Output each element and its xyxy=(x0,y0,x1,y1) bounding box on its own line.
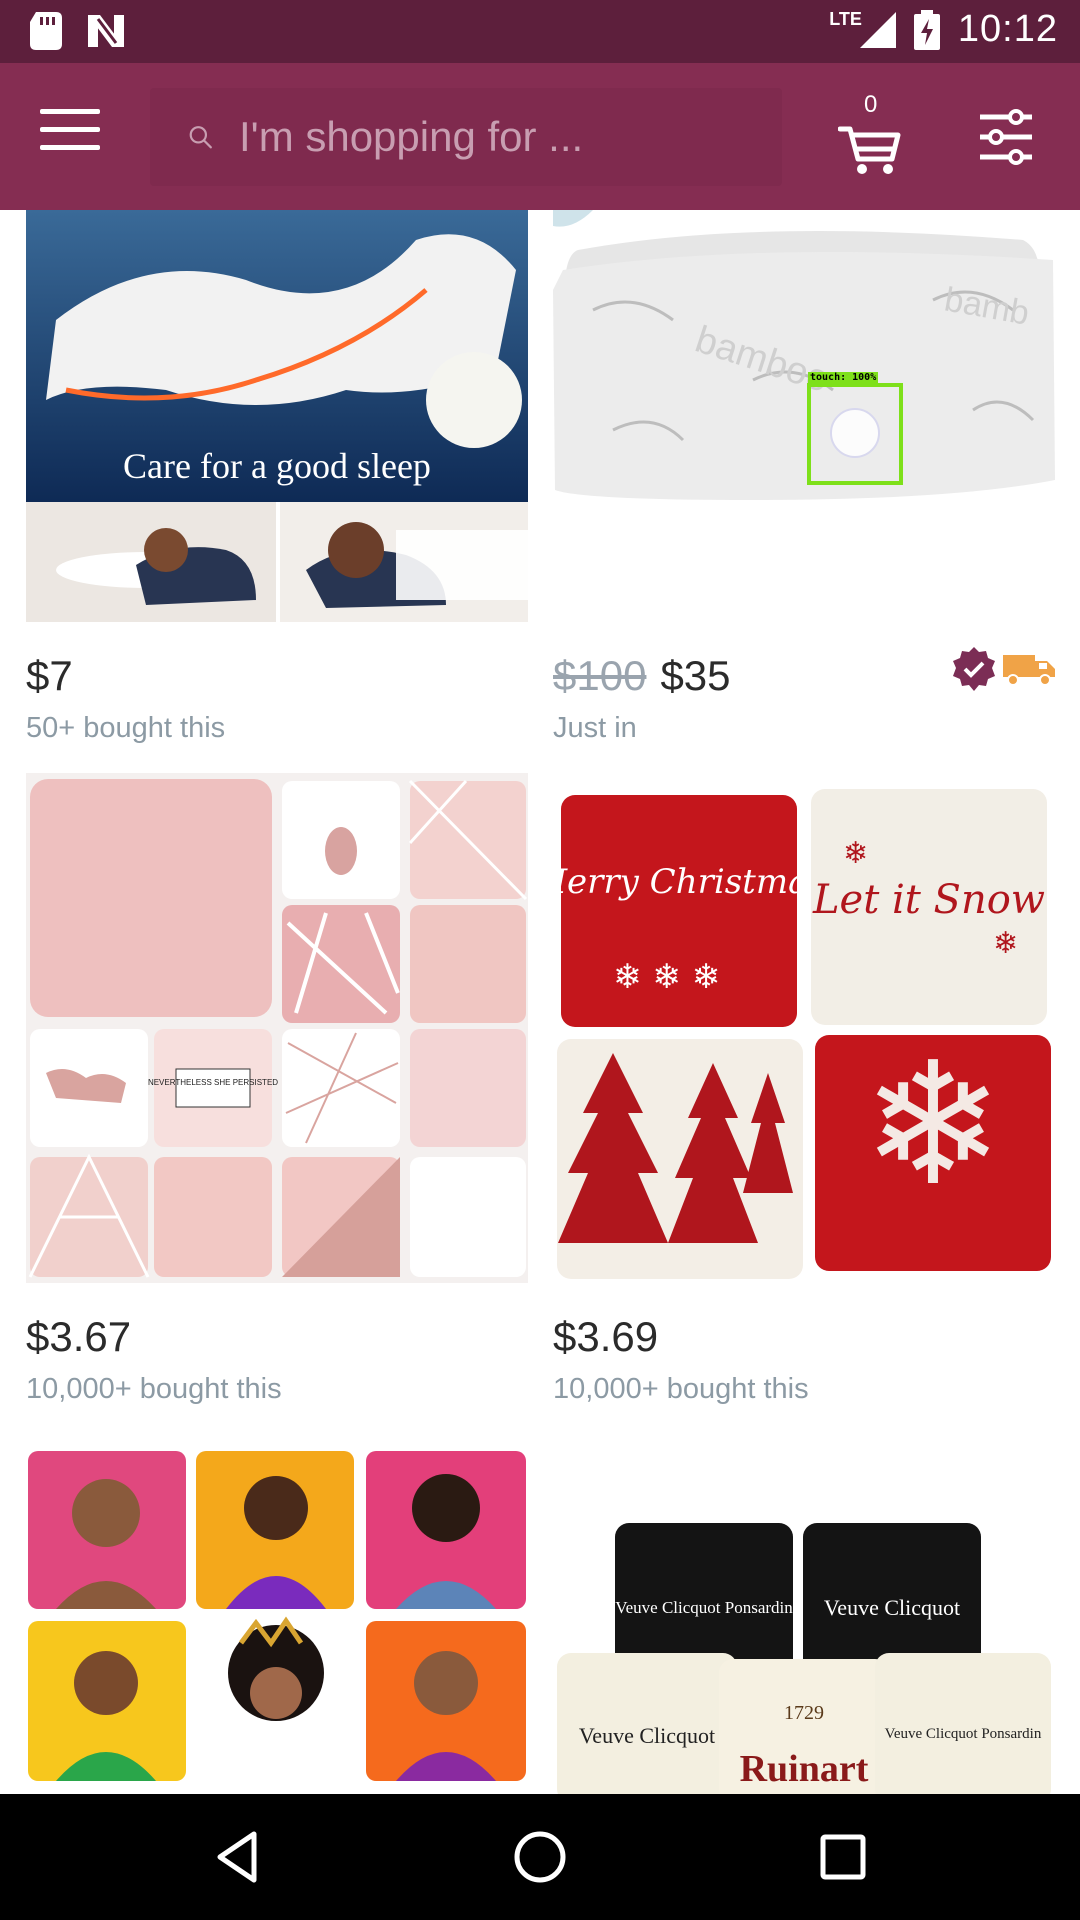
product-card[interactable]: bamboo bamb $100 $35 Just in xyxy=(553,210,1055,745)
product-image[interactable]: Veuve Clicquot Ponsardin Veuve Clicquot … xyxy=(553,1443,1055,1794)
verified-check-icon xyxy=(953,647,995,691)
purchase-count: 10,000+ bought this xyxy=(553,1373,809,1405)
pillow-text: Veuve Clicquot Ponsardin xyxy=(615,1598,793,1617)
filter-sliders-icon xyxy=(980,109,1032,165)
product-image[interactable]: Care for a good sleep xyxy=(26,210,528,622)
product-card[interactable]: NEVERTHELESS SHE PERSISTED $3.67 10,000+… xyxy=(26,773,528,1406)
clock: 10:12 xyxy=(957,8,1058,50)
product-image[interactable]: Merry Christmas ❄ ❄ ❄ Let it Snow ❄ ❄ ❄ xyxy=(553,773,1055,1283)
svg-text:❄: ❄ xyxy=(862,1026,1004,1224)
original-price: $100 xyxy=(553,652,647,699)
delivery-truck-icon xyxy=(1003,655,1055,686)
hamburger-menu-icon[interactable] xyxy=(40,109,100,163)
price: $3.67 xyxy=(26,1313,132,1360)
svg-text:❄: ❄ xyxy=(843,836,868,871)
purchase-count: 10,000+ bought this xyxy=(26,1373,282,1405)
notification-n-icon xyxy=(88,15,124,47)
search-icon xyxy=(189,126,212,149)
search-bar[interactable] xyxy=(150,88,782,186)
search-input[interactable] xyxy=(237,96,782,178)
product-card[interactable]: Merry Christmas ❄ ❄ ❄ Let it Snow ❄ ❄ ❄ … xyxy=(553,773,1055,1406)
pillow-text: NEVERTHELESS SHE PERSISTED xyxy=(148,1078,278,1087)
status-bar: LTE 10:12 xyxy=(0,0,1080,63)
product-image[interactable]: NEVERTHELESS SHE PERSISTED xyxy=(26,773,528,1283)
app-bar: 0 xyxy=(0,63,1080,210)
product-card[interactable]: Veuve Clicquot Ponsardin Veuve Clicquot … xyxy=(553,1443,1055,1794)
pillow-text: Ruinart xyxy=(740,1748,869,1790)
product-card[interactable]: Care for a good sleep $7 50+ bought this xyxy=(26,210,528,745)
price: $35 xyxy=(660,652,731,699)
product-grid: Care for a good sleep $7 50+ bought this xyxy=(0,210,1080,1794)
network-type: LTE xyxy=(829,9,862,29)
signal-icon xyxy=(859,11,896,48)
cart-button[interactable]: 0 xyxy=(838,91,902,179)
svg-text:❄: ❄ xyxy=(993,926,1018,961)
battery-icon xyxy=(913,9,940,50)
system-nav-bar xyxy=(0,1794,1080,1920)
pillow-text: 1729 xyxy=(784,1702,824,1724)
pillow-text: Veuve Clicquot xyxy=(824,1595,960,1620)
product-image[interactable] xyxy=(26,1443,528,1794)
purchase-count: 50+ bought this xyxy=(26,712,226,744)
sd-card-icon xyxy=(30,12,62,50)
image-caption: Care for a good sleep xyxy=(123,446,431,486)
price: $7 xyxy=(26,652,73,699)
svg-text:❄ ❄ ❄: ❄ ❄ ❄ xyxy=(613,957,720,997)
product-status: Just in xyxy=(553,712,637,744)
home-circle-icon[interactable] xyxy=(509,1826,571,1888)
product-card[interactable] xyxy=(26,1443,528,1794)
price: $3.69 xyxy=(553,1313,659,1360)
pillow-text: Veuve Clicquot xyxy=(579,1723,715,1748)
pillow-text-merry-christmas: Merry Christmas xyxy=(553,862,826,902)
product-image[interactable]: bamboo bamb xyxy=(553,210,1055,622)
back-triangle-icon[interactable] xyxy=(206,1826,268,1888)
pillow-text-let-it-snow: Let it Snow xyxy=(812,877,1045,923)
shopping-cart-icon xyxy=(838,126,901,174)
recents-square-icon[interactable] xyxy=(812,1826,874,1888)
pillow-text: Veuve Clicquot Ponsardin xyxy=(885,1726,1042,1742)
touch-label: touch: 100% xyxy=(808,372,879,384)
filter-button[interactable] xyxy=(978,109,1034,165)
touch-highlight-box xyxy=(807,383,903,485)
